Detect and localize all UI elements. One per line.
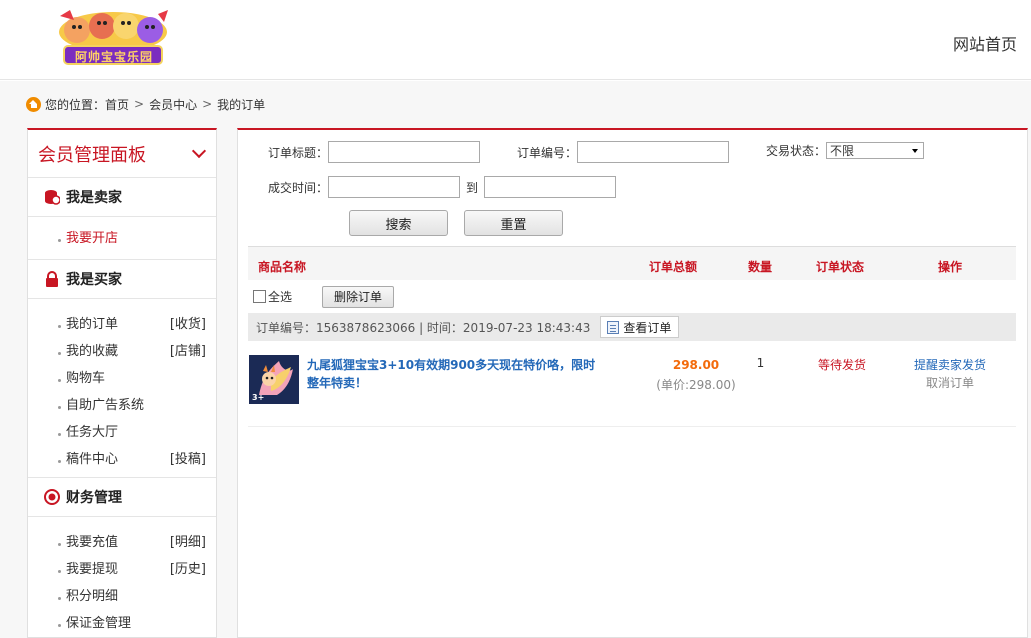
sidebar-group-finance: 财务管理 bbox=[28, 478, 216, 517]
logo-text: 阿帅宝宝乐园 bbox=[74, 50, 153, 64]
lock-icon bbox=[44, 271, 60, 287]
sidebar-item-self-ads[interactable]: 自助广告系统 bbox=[28, 390, 216, 417]
sidebar-item-open-shop[interactable]: 我要开店 bbox=[28, 223, 216, 250]
select-all-label[interactable]: 全选 bbox=[268, 288, 292, 305]
cancel-order-link[interactable]: 取消订单 bbox=[900, 374, 1000, 391]
sidebar-item-extra-link[interactable]: [店铺] bbox=[170, 340, 206, 359]
sidebar-item-label: 我的收藏 bbox=[66, 344, 119, 359]
coins-icon bbox=[44, 189, 61, 205]
sidebar-item-label: 任务大厅 bbox=[66, 425, 119, 440]
order-title-label: 订单标题： bbox=[268, 145, 329, 160]
sidebar-item-extra-link[interactable]: [收货] bbox=[170, 313, 206, 332]
order-number-input[interactable] bbox=[577, 141, 730, 163]
sidebar-list-seller: 我要开店 bbox=[28, 217, 216, 260]
filter-trade-status: 交易状态： 不限 bbox=[766, 142, 925, 159]
sidebar-item-label: 购物车 bbox=[66, 371, 106, 386]
sidebar-item-withdraw[interactable]: 我要提现 [历史] bbox=[28, 554, 216, 581]
delete-orders-button[interactable]: 删除订单 bbox=[322, 285, 395, 308]
trade-status-label: 交易状态： bbox=[766, 144, 827, 158]
breadcrumb-separator: > bbox=[134, 97, 145, 111]
sidebar-title-text: 会员管理面板 bbox=[38, 144, 146, 166]
sidebar-group-seller: 我是卖家 bbox=[28, 178, 216, 217]
breadcrumb-member-center[interactable]: 会员中心 bbox=[149, 96, 197, 113]
search-button[interactable]: 搜索 bbox=[349, 210, 448, 236]
product-thumbnail[interactable]: 3+ bbox=[249, 355, 299, 404]
orders-table-header: 商品名称 订单总额 数量 订单状态 操作 bbox=[248, 246, 1016, 280]
sidebar-item-label: 我要提现 bbox=[66, 562, 119, 577]
sidebar-group-title: 我是卖家 bbox=[66, 190, 122, 206]
select-all-checkbox[interactable] bbox=[253, 290, 266, 303]
sidebar-item-label: 保证金管理 bbox=[66, 616, 132, 631]
sidebar-list-buyer: 我的订单 [收货] 我的收藏 [店铺] 购物车 自助广告系统 任务大厅 稿件中心… bbox=[28, 299, 216, 478]
trade-time-end-input[interactable] bbox=[484, 176, 617, 198]
sidebar-item-label: 稿件中心 bbox=[66, 452, 119, 467]
sidebar-item-extra-link[interactable]: [历史] bbox=[170, 558, 206, 577]
orders-action-bar: 全选 删除订单 bbox=[248, 280, 1016, 313]
order-quantity: 1 bbox=[756, 356, 765, 370]
product-name-link[interactable]: 九尾狐狸宝宝3+10有效期900多天现在特价咯，限时整年特卖！ bbox=[307, 356, 607, 392]
col-order-total: 订单总额 bbox=[649, 260, 698, 274]
sidebar-item-recharge[interactable]: 我要充值 [明细] bbox=[28, 527, 216, 554]
sidebar-group-buyer: 我是买家 bbox=[28, 260, 216, 299]
col-quantity: 数量 bbox=[748, 260, 773, 274]
breadcrumb: 您的位置： 首页 > 会员中心 > 我的订单 bbox=[26, 96, 265, 112]
trade-status-value: 不限 bbox=[830, 144, 855, 158]
unit-price: (单价:298.00) bbox=[656, 378, 736, 392]
order-status: 等待发货 bbox=[817, 358, 866, 372]
sidebar-item-task-hall[interactable]: 任务大厅 bbox=[28, 417, 216, 444]
sidebar-title[interactable]: 会员管理面板 bbox=[28, 130, 216, 178]
sidebar-item-label: 我的订单 bbox=[66, 317, 119, 332]
sidebar-item-extra-link[interactable]: [明细] bbox=[170, 531, 206, 550]
order-meta-bar: 订单编号：1563878623066 | 时间：2019-07-23 18:43… bbox=[248, 313, 1016, 341]
sidebar-item-label: 我要开店 bbox=[66, 231, 119, 246]
site-logo[interactable]: 阿帅宝宝乐园 bbox=[52, 8, 174, 68]
home-icon bbox=[26, 96, 41, 112]
filter-order-title: 订单标题： bbox=[268, 141, 481, 163]
breadcrumb-separator: > bbox=[202, 97, 213, 111]
sidebar-item-extra-link[interactable]: [投稿] bbox=[170, 448, 206, 467]
col-product-name: 商品名称 bbox=[258, 260, 307, 274]
site-header: 阿帅宝宝乐园 网站首页 bbox=[0, 0, 1031, 80]
order-meta-text: 订单编号：1563878623066 | 时间：2019-07-23 18:43… bbox=[256, 320, 591, 335]
sidebar-group-title: 财务管理 bbox=[66, 490, 122, 506]
sidebar-item-my-orders[interactable]: 我的订单 [收货] bbox=[28, 309, 216, 336]
sidebar-item-label: 积分明细 bbox=[66, 589, 119, 604]
sidebar-list-finance: 我要充值 [明细] 我要提现 [历史] 积分明细 保证金管理 bbox=[28, 517, 216, 637]
member-sidebar: 会员管理面板 我是卖家 我要开店 我是买家 我的订单 [收货] 我的收藏 [店铺… bbox=[27, 128, 217, 638]
filter-order-number: 订单编号： bbox=[517, 141, 730, 163]
view-order-button[interactable]: 查看订单 bbox=[600, 316, 680, 338]
sidebar-item-label: 自助广告系统 bbox=[66, 398, 145, 413]
sidebar-item-points[interactable]: 积分明细 bbox=[28, 581, 216, 608]
reset-button[interactable]: 重置 bbox=[464, 210, 563, 236]
view-order-label: 查看订单 bbox=[623, 320, 672, 335]
trade-status-select[interactable]: 不限 bbox=[826, 142, 925, 159]
order-title-input[interactable] bbox=[328, 141, 481, 163]
order-row: 3+ 九尾狐狸宝宝3+10有效期900多天现在特价咯，限时整年特卖！ 298.0… bbox=[248, 341, 1016, 427]
sidebar-item-label: 我要充值 bbox=[66, 535, 119, 550]
breadcrumb-prefix: 您的位置： bbox=[45, 97, 106, 112]
sidebar-item-manuscripts[interactable]: 稿件中心 [投稿] bbox=[28, 444, 216, 471]
sidebar-item-favorites[interactable]: 我的收藏 [店铺] bbox=[28, 336, 216, 363]
thumbnail-badge: 3+ bbox=[252, 393, 265, 402]
orders-panel: 订单标题： 订单编号： 交易状态： 不限 成交时间： 到 搜索 重置 商品名称 … bbox=[237, 128, 1028, 638]
col-action: 操作 bbox=[938, 260, 963, 274]
order-number-label: 订单编号： bbox=[517, 145, 578, 160]
document-icon bbox=[607, 320, 620, 334]
trade-time-start-input[interactable] bbox=[328, 176, 461, 198]
sidebar-item-deposit[interactable]: 保证金管理 bbox=[28, 608, 216, 635]
trade-time-to-label: 到 bbox=[466, 180, 479, 195]
site-home-link[interactable]: 网站首页 bbox=[953, 31, 1017, 55]
sidebar-item-cart[interactable]: 购物车 bbox=[28, 363, 216, 390]
target-icon bbox=[44, 489, 60, 505]
breadcrumb-home[interactable]: 首页 bbox=[105, 96, 129, 113]
breadcrumb-current: 我的订单 bbox=[217, 97, 266, 112]
col-order-status: 订单状态 bbox=[816, 260, 865, 274]
chevron-down-icon[interactable] bbox=[191, 143, 207, 159]
trade-time-label: 成交时间： bbox=[268, 180, 329, 195]
remind-seller-link[interactable]: 提醒卖家发货 bbox=[900, 356, 1000, 373]
sidebar-group-title: 我是买家 bbox=[66, 272, 122, 288]
filter-trade-time: 成交时间： 到 bbox=[268, 176, 617, 198]
dropdown-arrow-icon bbox=[912, 149, 919, 153]
